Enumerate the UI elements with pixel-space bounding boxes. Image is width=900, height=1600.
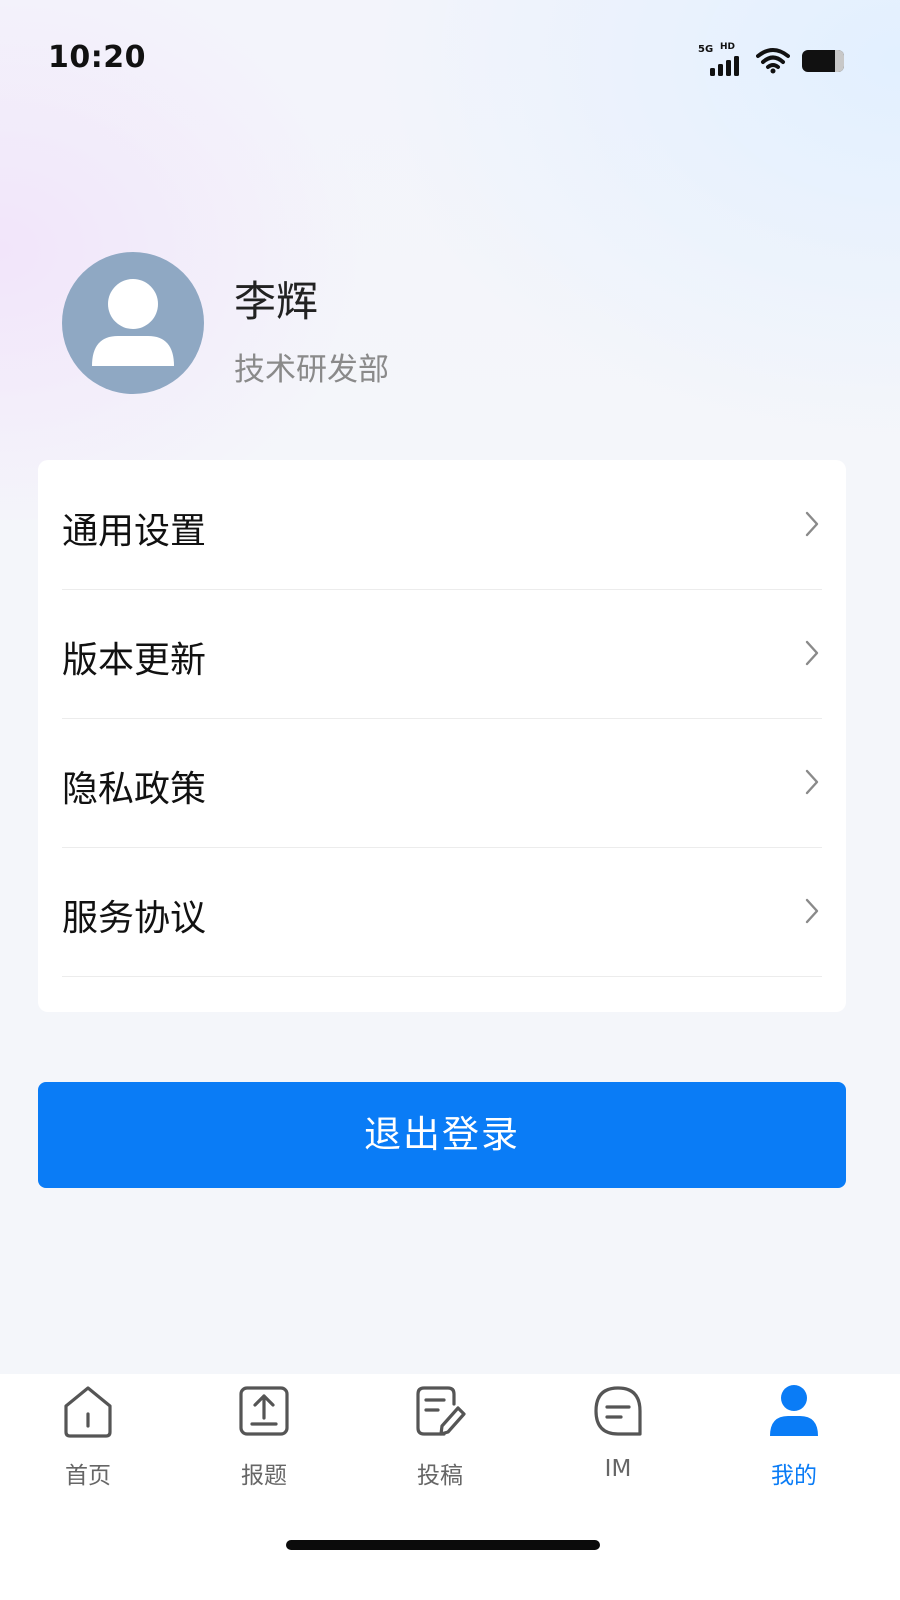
- menu-item-label: 版本更新: [62, 640, 207, 681]
- menu-item-privacy-policy[interactable]: 隐私政策: [62, 718, 822, 848]
- network-hd-label: HD: [720, 42, 736, 52]
- menu-item-general-settings[interactable]: 通用设置: [62, 460, 822, 590]
- edit-document-icon: [416, 1386, 466, 1436]
- tab-home[interactable]: 首页: [28, 1384, 148, 1494]
- wifi-icon: [756, 48, 790, 74]
- tab-label: 报题: [241, 1463, 287, 1489]
- chevron-right-icon: [805, 769, 819, 795]
- menu-item-version-update[interactable]: 版本更新: [62, 589, 822, 719]
- tab-report-topic[interactable]: 报题: [204, 1384, 324, 1494]
- profile-icon: [770, 1385, 818, 1436]
- chevron-right-icon: [805, 511, 819, 537]
- user-name: 李辉: [234, 277, 319, 326]
- bottom-tab-bar: 首页 报题 投稿 IM 我的: [0, 1374, 900, 1600]
- chevron-right-icon: [805, 898, 819, 924]
- menu-item-label: 通用设置: [62, 511, 207, 552]
- logout-button[interactable]: 退出登录: [38, 1082, 846, 1188]
- status-time: 10:20: [48, 40, 146, 75]
- user-avatar-icon[interactable]: [62, 252, 204, 394]
- menu-item-label: 服务协议: [62, 898, 207, 939]
- message-icon: [594, 1386, 642, 1436]
- profile-header[interactable]: 李辉 技术研发部: [62, 252, 762, 394]
- user-department: 技术研发部: [234, 352, 389, 388]
- tab-submit-article[interactable]: 投稿: [380, 1384, 500, 1494]
- menu-item-service-agreement[interactable]: 服务协议: [62, 847, 822, 977]
- upload-icon: [239, 1386, 289, 1436]
- tab-label: 我的: [771, 1463, 817, 1489]
- tab-im[interactable]: IM: [558, 1384, 678, 1494]
- battery-icon: [802, 50, 848, 72]
- signal-icon: [710, 56, 739, 76]
- home-icon: [64, 1386, 112, 1438]
- tab-label: IM: [604, 1456, 632, 1482]
- chevron-right-icon: [805, 640, 819, 666]
- tab-label: 投稿: [417, 1463, 463, 1489]
- home-indicator: [286, 1540, 600, 1550]
- status-bar: 10:20 5G HD: [0, 0, 900, 110]
- menu-item-label: 隐私政策: [62, 769, 207, 810]
- tab-label: 首页: [65, 1463, 111, 1489]
- settings-menu: 通用设置 版本更新 隐私政策 服务协议: [38, 460, 846, 1012]
- tab-mine[interactable]: 我的: [734, 1384, 854, 1494]
